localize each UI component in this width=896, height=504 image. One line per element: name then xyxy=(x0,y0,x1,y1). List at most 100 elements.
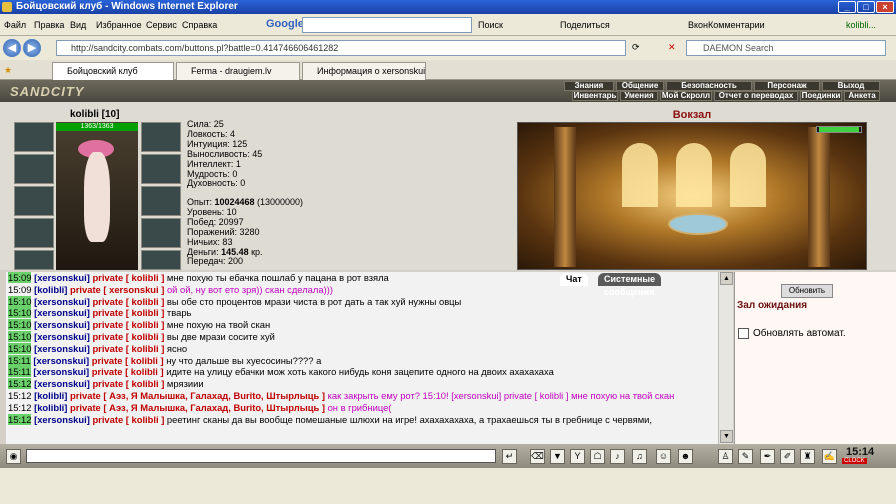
location-scene[interactable] xyxy=(517,122,867,270)
message-nick[interactable]: [xersonskui] xyxy=(34,319,90,330)
message-nick[interactable]: [xersonskui] xyxy=(34,296,90,307)
toolbar-share-button[interactable]: Поделиться xyxy=(560,20,610,30)
nav-transfers[interactable]: Отчет о переводах xyxy=(714,91,798,101)
menu-edit[interactable]: Правка xyxy=(34,20,64,30)
sandcity-logo: SANDCITY xyxy=(10,84,85,99)
no-sound-icon[interactable]: ♪ xyxy=(610,449,625,464)
minimize-button[interactable]: _ xyxy=(838,1,856,13)
toolbar-vk-button[interactable]: ВконКомментарии xyxy=(688,20,765,30)
edit-icon[interactable]: ✍ xyxy=(822,449,837,464)
favorites-star-icon[interactable]: ★ xyxy=(4,65,12,76)
nav-inventory[interactable]: Инвентарь xyxy=(572,91,618,101)
message-private-target[interactable]: private [ kolibli ] xyxy=(92,319,164,330)
nav-security[interactable]: Безопасность xyxy=(666,81,752,91)
search-input[interactable]: DAEMON Search xyxy=(686,40,886,56)
menu-help[interactable]: Справка xyxy=(182,20,217,30)
offhand-slot[interactable] xyxy=(141,218,181,248)
nav-exit[interactable]: Выход xyxy=(822,81,880,91)
tab-combats[interactable]: Бойцовский клуб xyxy=(52,62,174,80)
nav-profile[interactable]: Анкета xyxy=(844,91,880,101)
address-bar[interactable]: http://sandcity.combats.com/buttons.pl?b… xyxy=(56,40,626,56)
message-nick[interactable]: [xersonskui] xyxy=(34,331,90,342)
gloves-slot[interactable] xyxy=(141,154,181,184)
walk-icon[interactable]: ☖ xyxy=(590,449,605,464)
nav-scroll[interactable]: Мой Скролл xyxy=(660,91,712,101)
message-private-target[interactable]: private [ kolibli ] xyxy=(92,272,164,283)
menu-view[interactable]: Вид xyxy=(70,20,86,30)
scroll-down-icon[interactable]: ▼ xyxy=(720,430,733,443)
refresh-icon[interactable]: ⟳ xyxy=(632,42,640,53)
helmet-slot[interactable] xyxy=(14,122,54,152)
forward-icon[interactable]: ▶ xyxy=(23,39,41,57)
message-nick[interactable]: [xersonskui] xyxy=(34,272,90,283)
filter-icon[interactable]: ▼ xyxy=(550,449,565,464)
belt-slot[interactable] xyxy=(14,250,54,270)
message-private-target[interactable]: private [ kolibli ] xyxy=(92,343,164,354)
quill-icon[interactable]: ✒ xyxy=(760,449,775,464)
smile-icon[interactable]: ☺ xyxy=(656,449,671,464)
refresh-button[interactable]: Обновить xyxy=(781,284,833,298)
send-icon[interactable]: ↵ xyxy=(502,449,517,464)
menu-favorites[interactable]: Избранное xyxy=(96,20,142,30)
message-private-target[interactable]: private [ kolibli ] xyxy=(92,366,164,377)
menu-tools[interactable]: Сервис xyxy=(146,20,177,30)
message-text: ой ой, ну вот ето зря)) скан сделала))) xyxy=(164,283,333,295)
message-nick[interactable]: [xersonskui] xyxy=(34,343,90,354)
toolbar-search-button[interactable]: Поиск xyxy=(478,20,503,30)
chat-mode-icon[interactable]: ◉ xyxy=(6,449,21,464)
scroll-up-icon[interactable]: ▲ xyxy=(720,272,733,285)
nav-skills[interactable]: Умения xyxy=(620,91,658,101)
tab-system-messages[interactable]: Системные сообщения xyxy=(598,273,662,297)
message-private-target[interactable]: private [ kolibli ] xyxy=(92,378,164,389)
back-icon[interactable]: ◀ xyxy=(3,39,21,57)
tab-info[interactable]: Информация о xersonskui xyxy=(302,62,426,80)
eraser-icon[interactable]: ⌫ xyxy=(530,449,545,464)
message-private-target[interactable]: private [ kolibli ] xyxy=(92,331,164,342)
bracers-slot[interactable] xyxy=(14,154,54,184)
menu-file[interactable]: Файл xyxy=(4,20,26,30)
user-account[interactable]: kolibli... xyxy=(846,20,876,30)
close-window-button[interactable]: × xyxy=(876,1,894,13)
pen-icon[interactable]: ✎ xyxy=(738,449,753,464)
nav-battles[interactable]: Поединки xyxy=(800,91,842,101)
boots-slot[interactable] xyxy=(141,250,181,270)
people-icon[interactable]: ☻ xyxy=(678,449,693,464)
nav-communication[interactable]: Общение xyxy=(616,81,664,91)
chat-input[interactable] xyxy=(26,449,496,463)
message-nick[interactable]: [kolibli] xyxy=(34,284,67,295)
tab-chat[interactable]: Чат xyxy=(560,273,588,286)
shield-slot[interactable] xyxy=(141,186,181,216)
music-icon[interactable]: ♫ xyxy=(632,449,647,464)
bag-icon[interactable]: ♜ xyxy=(800,449,815,464)
message-private-target[interactable]: private [ kolibli ] xyxy=(92,414,164,425)
auto-refresh-checkbox[interactable] xyxy=(738,328,749,339)
user-icon[interactable]: ♙ xyxy=(718,449,733,464)
message-nick[interactable]: [xersonskui] xyxy=(34,378,90,389)
armor-slot[interactable] xyxy=(14,218,54,248)
ring-slot[interactable] xyxy=(141,122,181,152)
status-area xyxy=(0,468,896,504)
character-name[interactable]: kolibli [10] xyxy=(70,109,119,120)
chat-scrollbar[interactable]: ▲ ▼ xyxy=(718,272,733,444)
message-private-target[interactable]: private [ kolibli ] xyxy=(92,307,164,318)
message-private-target[interactable]: private [ Аэз, Я Малышка, Галахад, Burit… xyxy=(70,402,325,413)
maximize-button[interactable]: □ xyxy=(857,1,875,13)
message-nick[interactable]: [xersonskui] xyxy=(33,366,89,377)
stop-icon[interactable]: ✕ xyxy=(668,42,676,53)
message-nick[interactable]: [xersonskui] xyxy=(34,414,90,425)
message-nick[interactable]: [kolibli] xyxy=(34,402,67,413)
weapon-slot[interactable] xyxy=(14,186,54,216)
message-private-target[interactable]: private [ Аэз, Я Малышка, Галахад, Burit… xyxy=(70,390,325,401)
nav-character[interactable]: Персонаж xyxy=(754,81,820,91)
message-nick[interactable]: [xersonskui] xyxy=(33,355,89,366)
message-private-target[interactable]: private [ xersonskui ] xyxy=(70,284,164,295)
message-nick[interactable]: [xersonskui] xyxy=(34,307,90,318)
tab-ferma[interactable]: Ferma - draugiem.lv xyxy=(176,62,300,80)
message-private-target[interactable]: private [ kolibli ] xyxy=(92,355,164,366)
message-private-target[interactable]: private [ kolibli ] xyxy=(92,296,164,307)
google-search-input[interactable] xyxy=(302,17,472,33)
message-nick[interactable]: [kolibli] xyxy=(34,390,67,401)
nav-knowledge[interactable]: Знания xyxy=(564,81,614,91)
funnel-icon[interactable]: Y xyxy=(570,449,585,464)
brush-icon[interactable]: ✐ xyxy=(780,449,795,464)
